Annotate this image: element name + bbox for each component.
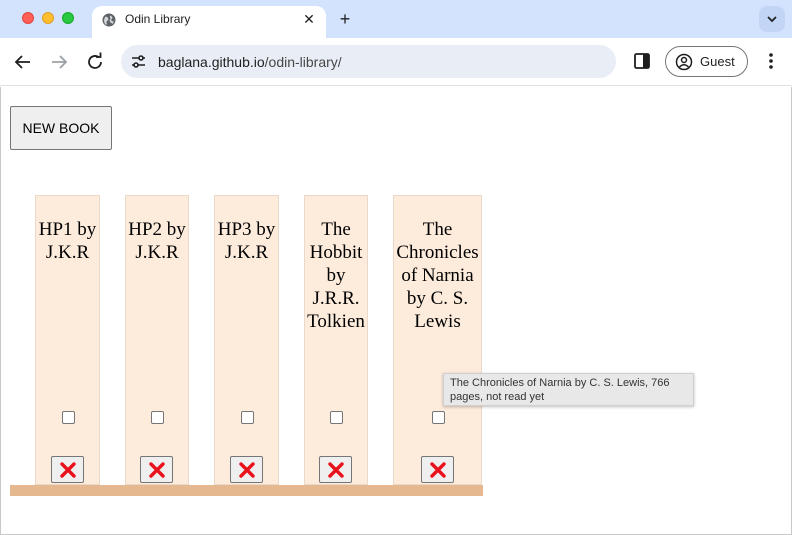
more-menu-icon[interactable]: [762, 51, 780, 71]
tab-close-icon[interactable]: ✕: [300, 10, 318, 28]
book-title: HP1 by J.K.R: [38, 219, 97, 263]
new-tab-button[interactable]: +: [334, 8, 356, 30]
reload-icon[interactable]: [83, 50, 107, 74]
url-path: /odin-library/: [264, 54, 342, 70]
red-x-icon: [328, 462, 344, 478]
remove-book-button[interactable]: [420, 456, 454, 483]
book-title: The Chronicles of Narnia by C. S. Lewis: [396, 219, 479, 332]
read-checkbox[interactable]: [240, 411, 254, 424]
red-x-icon: [238, 462, 255, 478]
remove-book-button[interactable]: [50, 456, 84, 483]
url-text: baglana.github.io/odin-library/: [158, 54, 342, 70]
read-checkbox[interactable]: [151, 411, 164, 424]
book-title: The Hobbit by J.R.R. Tolkien: [307, 219, 365, 332]
tab-title: Odin Library: [125, 12, 191, 26]
account-icon: [675, 53, 693, 71]
bookshelf: [10, 485, 483, 496]
remove-book-button[interactable]: [140, 456, 173, 483]
read-checkbox[interactable]: [61, 411, 75, 424]
tab-search-button[interactable]: [759, 6, 785, 32]
book-card: HP3 by J.K.R: [214, 195, 279, 485]
book-card: The Chronicles of Narnia by C. S. Lewis: [393, 195, 482, 485]
maximize-window-button[interactable]: [62, 12, 74, 24]
book-card: The Hobbit by J.R.R. Tolkien: [304, 195, 368, 485]
forward-arrow-icon[interactable]: [47, 50, 71, 74]
red-x-icon: [429, 462, 446, 478]
book-title: HP2 by J.K.R: [128, 219, 186, 263]
minimize-window-button[interactable]: [42, 12, 54, 24]
book-card: HP2 by J.K.R: [125, 195, 189, 485]
read-checkbox[interactable]: [330, 411, 343, 424]
browser-toolbar: baglana.github.io/odin-library/ Guest: [0, 38, 792, 86]
remove-book-button[interactable]: [229, 456, 263, 483]
read-checkbox[interactable]: [431, 411, 445, 424]
back-arrow-icon[interactable]: [11, 50, 35, 74]
book-title: HP3 by J.K.R: [217, 219, 276, 263]
red-x-icon: [149, 462, 165, 478]
profile-label: Guest: [700, 54, 735, 69]
chevron-down-icon: [767, 16, 777, 23]
book-card: HP1 by J.K.R: [35, 195, 100, 485]
close-window-button[interactable]: [22, 12, 34, 24]
book-tooltip: The Chronicles of Narnia by C. S. Lewis,…: [443, 373, 694, 406]
globe-icon: [102, 13, 116, 27]
tab-odin-library[interactable]: Odin Library ✕: [92, 6, 326, 38]
side-panel-icon[interactable]: [633, 52, 651, 70]
page-viewport: NEW BOOK HP1 by J.K.R HP2 by J.K.R HP3 b…: [0, 87, 792, 535]
url-host: baglana.github.io: [158, 54, 265, 70]
address-bar[interactable]: baglana.github.io/odin-library/: [121, 45, 616, 78]
new-book-button[interactable]: NEW BOOK: [10, 106, 112, 150]
profile-button[interactable]: Guest: [665, 46, 748, 77]
remove-book-button[interactable]: [319, 456, 352, 483]
tab-strip: Odin Library ✕ +: [0, 0, 792, 38]
site-settings-icon[interactable]: [130, 53, 147, 70]
red-x-icon: [59, 462, 76, 478]
